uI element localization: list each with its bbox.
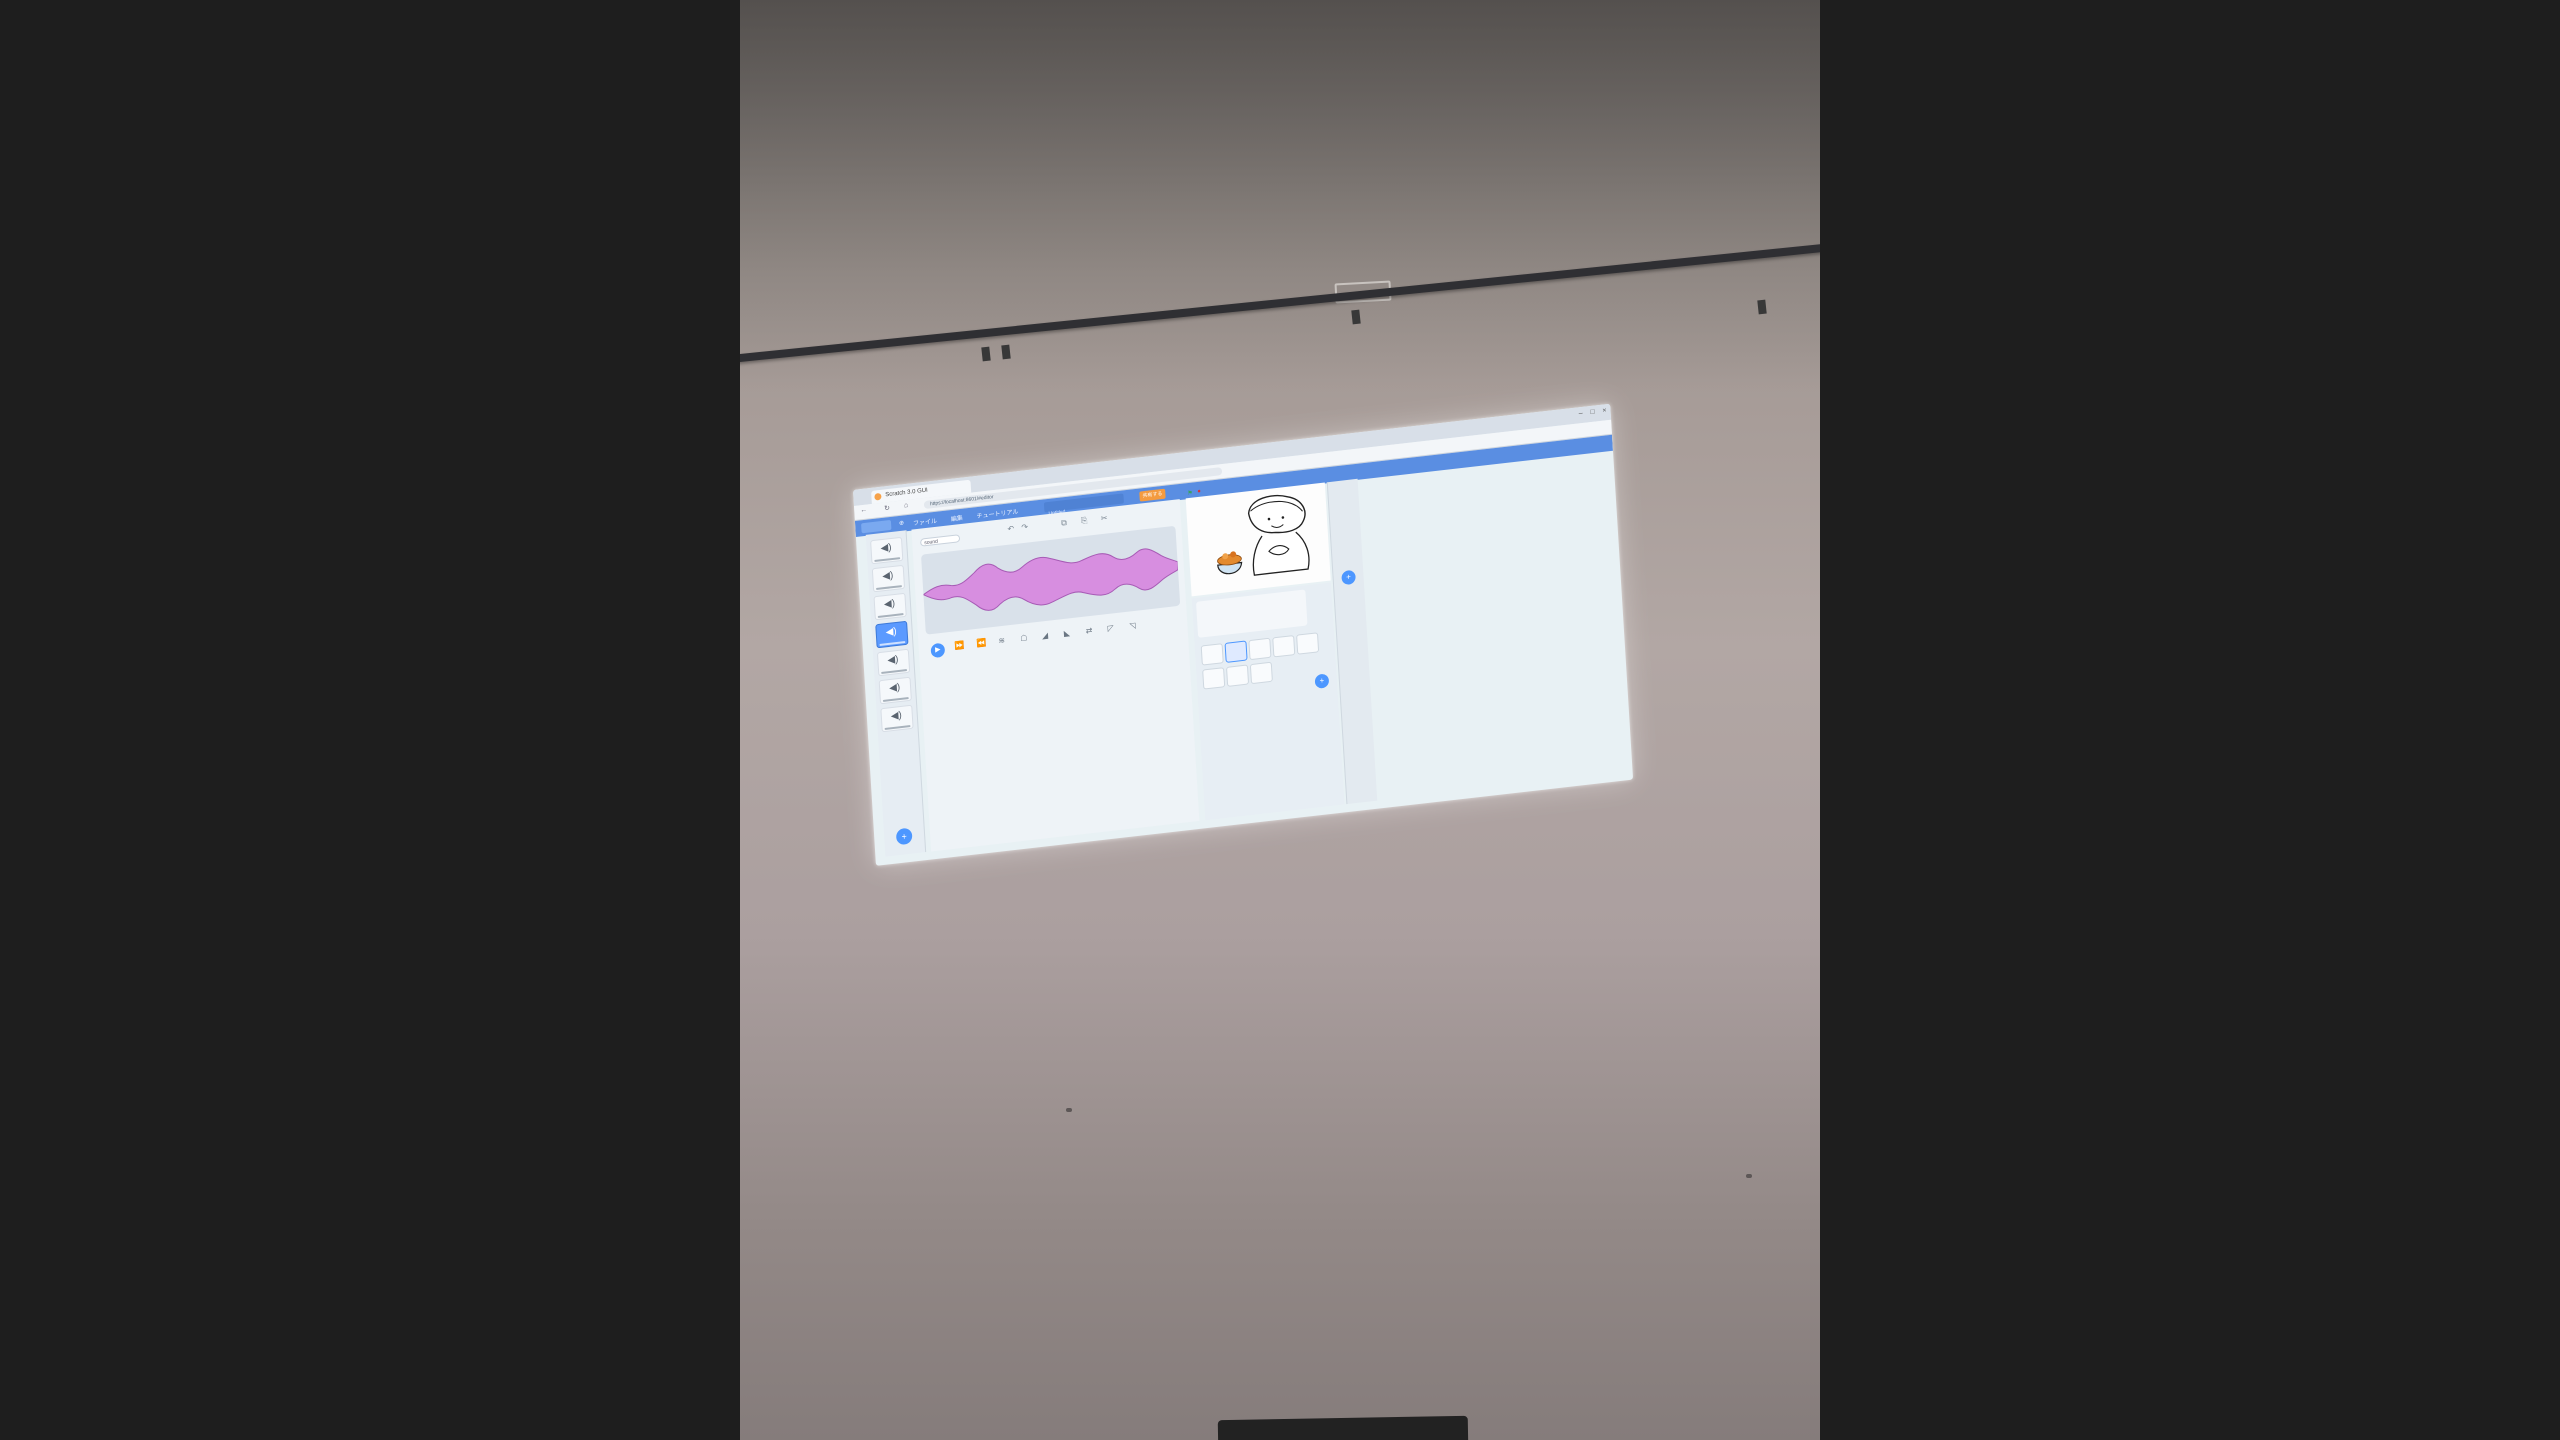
speaker-icon: ◀) xyxy=(888,681,901,695)
sound-editor: sound ↶ ↷ ⧉ ⎘ ✂ ▶ ⏩ ⏪ ≋ ☖ ◢ ◣ ⇄ ◸ ◹ · · … xyxy=(911,499,1200,855)
louder-icon[interactable]: ◢ xyxy=(1042,631,1049,641)
fade-out-icon[interactable]: ◹ xyxy=(1129,621,1136,631)
add-sprite-button[interactable]: + xyxy=(1314,673,1330,689)
paste-icon[interactable]: ⎘ xyxy=(1081,516,1088,527)
green-flag-icon[interactable]: ⚑ xyxy=(1187,490,1193,498)
copy-icon[interactable]: ⧉ xyxy=(1061,518,1067,529)
back-icon[interactable]: ← xyxy=(860,507,867,515)
stop-icon[interactable]: ● xyxy=(1197,489,1201,495)
projected-screen: Scratch 3.0 GUI – □ × ← ↻ ⌂ https://loca… xyxy=(853,403,1634,866)
favicon-icon xyxy=(874,492,882,501)
menu-file[interactable]: ファイル xyxy=(913,516,937,528)
echo-icon[interactable]: ≋ xyxy=(998,636,1005,646)
ceiling-shadow xyxy=(740,0,1820,390)
sound-tile[interactable]: ◀) xyxy=(873,592,907,621)
sound-tile-label xyxy=(874,557,901,563)
sprite-thumbnail-selected[interactable] xyxy=(1224,640,1248,663)
rail-bracket xyxy=(1351,309,1361,325)
editor-footer: · · · · · xyxy=(1115,847,1130,855)
sprite-thumbnail[interactable] xyxy=(1225,664,1250,687)
stage[interactable] xyxy=(1185,482,1331,597)
sprite-panel: + xyxy=(1191,582,1345,821)
reverse-icon[interactable]: ⇄ xyxy=(1085,626,1092,636)
slower-icon[interactable]: ⏪ xyxy=(976,638,986,648)
faster-icon[interactable]: ⏩ xyxy=(954,640,964,650)
wall-mark xyxy=(1746,1174,1752,1178)
photo-scene: Scratch 3.0 GUI – □ × ← ↻ ⌂ https://loca… xyxy=(740,0,1820,1440)
rail-bracket xyxy=(981,346,991,362)
sprite-thumbnail[interactable] xyxy=(1202,667,1226,690)
sound-tile[interactable]: ◀) xyxy=(876,648,911,677)
sound-tile-label xyxy=(884,725,911,730)
sound-tile-label xyxy=(879,641,906,646)
sprite-thumbnail[interactable] xyxy=(1272,635,1296,658)
sprite-thumbnail[interactable] xyxy=(1200,643,1224,666)
sound-tile-label xyxy=(881,669,908,674)
sound-tile[interactable]: ◀) xyxy=(871,564,906,593)
redo-icon[interactable]: ↷ xyxy=(1021,522,1028,532)
softer-icon[interactable]: ◣ xyxy=(1064,628,1071,638)
fade-in-icon[interactable]: ◸ xyxy=(1107,623,1114,633)
sound-tile[interactable]: ◀) xyxy=(880,704,914,733)
sprite-thumbnail[interactable] xyxy=(1296,632,1320,655)
reload-icon[interactable]: ↻ xyxy=(884,504,890,513)
sound-tile[interactable]: ◀) xyxy=(870,536,904,565)
robot-icon[interactable]: ☖ xyxy=(1020,633,1028,643)
sound-tile-label xyxy=(877,613,904,619)
sound-tile[interactable]: ◀) xyxy=(878,676,912,705)
speaker-icon: ◀) xyxy=(883,597,896,611)
table-edge xyxy=(1217,1415,1469,1440)
speaker-icon: ◀) xyxy=(887,653,899,667)
home-icon[interactable]: ⌂ xyxy=(904,502,909,509)
undo-icon[interactable]: ↶ xyxy=(1007,524,1014,534)
sprite-thumbnail[interactable] xyxy=(1248,637,1272,661)
app-logo[interactable] xyxy=(861,519,892,534)
sound-tile-label xyxy=(882,697,909,702)
sprite-thumbnail[interactable] xyxy=(1249,661,1273,685)
minimize-icon[interactable]: – xyxy=(1579,410,1583,417)
sprite-drawing xyxy=(1217,494,1310,576)
rail-bracket xyxy=(1757,299,1767,315)
tab-title: Scratch 3.0 GUI xyxy=(885,487,928,499)
wall-mark xyxy=(1066,1108,1072,1112)
sound-tile-selected[interactable]: ◀) xyxy=(875,620,909,649)
add-sound-button[interactable]: + xyxy=(895,827,913,846)
speaker-icon: ◀) xyxy=(885,625,898,639)
speaker-icon: ◀) xyxy=(890,709,903,723)
speaker-icon: ◀) xyxy=(881,569,894,583)
waveform-shape xyxy=(922,548,1179,611)
maximize-icon[interactable]: □ xyxy=(1590,409,1595,416)
delete-icon[interactable]: ✂ xyxy=(1101,513,1108,523)
sound-tile-label xyxy=(876,585,902,591)
close-icon[interactable]: × xyxy=(1602,407,1606,414)
sound-name-field[interactable]: sound xyxy=(920,534,961,547)
share-button[interactable]: 共有する xyxy=(1139,488,1166,502)
add-backdrop-button[interactable]: + xyxy=(1341,569,1356,586)
speaker-icon: ◀) xyxy=(880,542,892,555)
rail-bracket xyxy=(1001,344,1011,360)
menu-edit[interactable]: 編集 xyxy=(951,513,963,523)
globe-icon[interactable]: ⊕ xyxy=(899,519,904,527)
sprite-info xyxy=(1196,589,1308,638)
